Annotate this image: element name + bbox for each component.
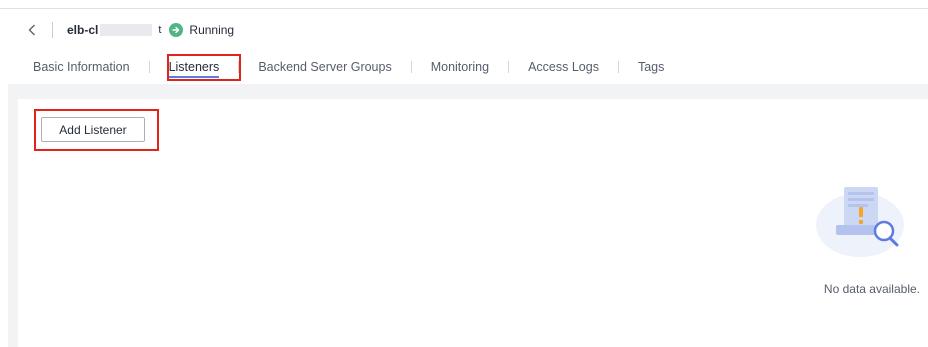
- redacted-name-region: [100, 24, 153, 36]
- tab-separator: [508, 61, 510, 73]
- tab-tags[interactable]: Tags: [638, 56, 664, 78]
- tab-separator: [148, 61, 150, 73]
- highlight-box-add-listener: [34, 109, 159, 151]
- chevron-left-icon: [28, 24, 35, 36]
- highlight-box-listeners-tab: [167, 54, 241, 81]
- tab-backend-server-groups[interactable]: Backend Server Groups: [258, 56, 391, 78]
- document-search-icon: [814, 183, 910, 257]
- tab-monitoring[interactable]: Monitoring: [431, 56, 489, 78]
- header-separator: [52, 22, 53, 38]
- tab-access-logs[interactable]: Access Logs: [528, 56, 599, 78]
- tab-basic-information[interactable]: Basic Information: [33, 56, 130, 78]
- status-label: Running: [189, 23, 235, 37]
- tab-separator: [410, 61, 412, 73]
- page-header: elb-cl t Running: [22, 16, 234, 44]
- load-balancer-name-suffix: t: [158, 24, 162, 36]
- top-divider: [0, 8, 928, 9]
- load-balancer-name: elb-cl: [67, 23, 99, 37]
- tab-separator: [617, 61, 619, 73]
- empty-state-message: No data available.: [823, 282, 920, 296]
- tab-bar: Basic Information Listeners Backend Serv…: [33, 56, 664, 78]
- arrow-right-circle-icon: [169, 23, 184, 37]
- back-button[interactable]: [22, 16, 42, 44]
